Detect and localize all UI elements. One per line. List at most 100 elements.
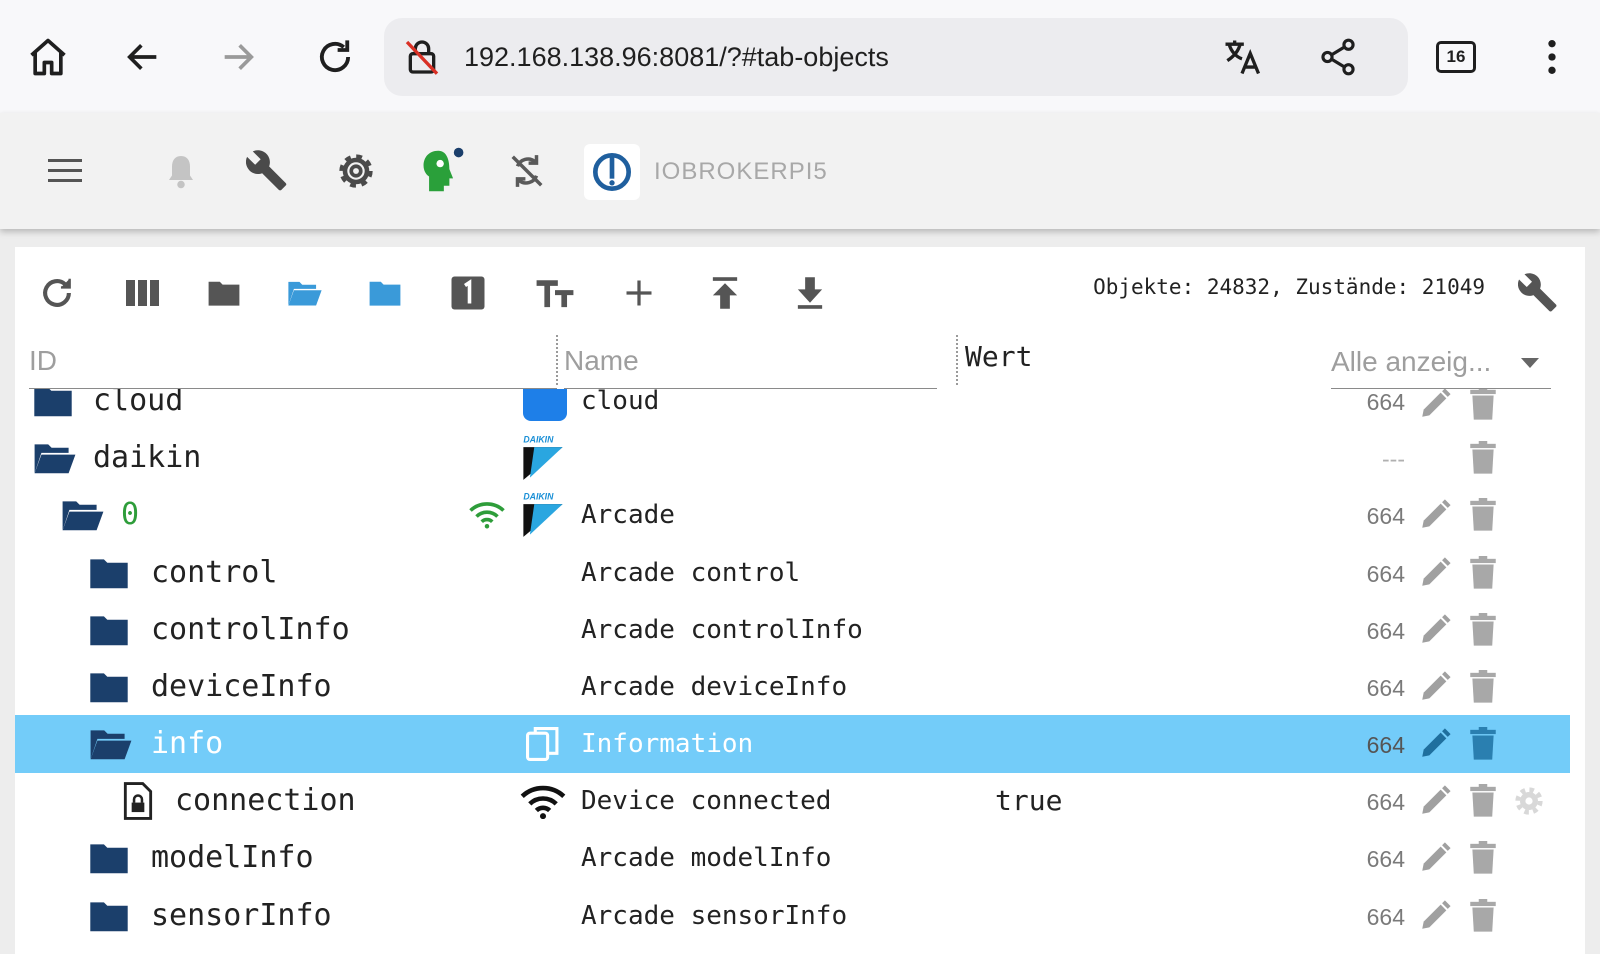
row-acl: 664 (1366, 846, 1405, 872)
forward-icon[interactable] (210, 29, 266, 85)
translate-icon[interactable] (1214, 29, 1270, 85)
edit-icon[interactable] (1415, 724, 1455, 764)
column-resizer[interactable] (556, 335, 558, 385)
type-filter-select[interactable]: Alle anzeig... (1331, 335, 1551, 389)
edit-icon[interactable] (1415, 667, 1455, 707)
add-icon[interactable] (611, 265, 667, 321)
delete-icon[interactable] (1463, 838, 1503, 878)
row-id: connection (175, 783, 356, 818)
folder-open-icon (31, 440, 79, 476)
share-icon[interactable] (1310, 29, 1366, 85)
insecure-lock-icon[interactable] (394, 29, 450, 85)
edit-icon[interactable] (1415, 896, 1455, 936)
iobroker-logo-icon[interactable] (584, 144, 640, 200)
number-one-icon[interactable] (440, 265, 496, 321)
delete-icon[interactable] (1463, 438, 1503, 478)
svg-text:DAIKIN: DAIKIN (523, 435, 554, 445)
bell-icon[interactable] (151, 141, 211, 201)
user-head-icon[interactable] (412, 141, 472, 201)
edit-icon[interactable] (1415, 389, 1455, 424)
tree-row[interactable]: 0 DAIKIN Arcade 664 (15, 486, 1570, 544)
delete-icon[interactable] (1463, 781, 1503, 821)
row-name: Arcade control (581, 558, 801, 588)
row-value[interactable]: true (995, 772, 1062, 830)
row-id: info (151, 726, 224, 761)
edit-icon[interactable] (1415, 610, 1455, 650)
folder-icon (87, 840, 131, 876)
tree-row[interactable]: connection Device connected true 664 (15, 772, 1570, 830)
column-resizer[interactable] (956, 335, 958, 385)
gear-icon[interactable] (326, 141, 386, 201)
id-filter-input[interactable]: ID (29, 335, 557, 387)
edit-icon[interactable] (1415, 838, 1455, 878)
menu-icon[interactable] (36, 141, 96, 201)
text-size-icon[interactable] (527, 265, 583, 321)
wifi-online-icon (467, 498, 507, 532)
cloud-adapter-icon (521, 389, 569, 422)
delete-icon[interactable] (1463, 389, 1503, 424)
tab-count: 16 (1436, 41, 1476, 73)
sync-disabled-icon[interactable] (497, 141, 557, 201)
reload-icon[interactable] (307, 29, 363, 85)
url-text[interactable]: 192.168.138.96:8081/?#tab-objects (464, 18, 889, 96)
row-id: control (151, 555, 278, 590)
upload-icon[interactable] (697, 265, 753, 321)
value-column-header: Wert (965, 340, 1033, 373)
folder-icon (87, 555, 131, 591)
tree-row-selected[interactable]: info Information 664 (15, 715, 1570, 773)
delete-icon[interactable] (1463, 896, 1503, 936)
tabs-icon[interactable]: 16 (1428, 29, 1484, 85)
settings-wrench-icon[interactable] (1511, 265, 1567, 321)
delete-icon[interactable] (1463, 610, 1503, 650)
tree-row[interactable]: controlInfo Arcade controlInfo 664 (15, 601, 1570, 659)
edit-icon[interactable] (1415, 781, 1455, 821)
address-bar[interactable]: 192.168.138.96:8081/?#tab-objects (384, 18, 1408, 96)
delete-icon[interactable] (1463, 495, 1503, 535)
row-id: 0 (121, 497, 140, 532)
back-icon[interactable] (115, 29, 171, 85)
columns-icon[interactable] (115, 265, 171, 321)
id-placeholder: ID (29, 345, 57, 376)
tree-row[interactable]: daikin DAIKIN --- (15, 429, 1570, 487)
tree-row[interactable]: control Arcade control 664 (15, 544, 1570, 602)
row-name: Device connected (581, 786, 832, 816)
gear-icon[interactable] (1509, 781, 1549, 821)
browser-bar: 192.168.138.96:8081/?#tab-objects 16 (0, 0, 1600, 113)
row-acl: 664 (1366, 732, 1405, 758)
row-name: Arcade deviceInfo (581, 672, 848, 702)
row-acl: 664 (1366, 389, 1405, 415)
delete-icon[interactable] (1463, 724, 1503, 764)
folder-open-icon[interactable] (277, 265, 333, 321)
folder-open-icon (59, 497, 107, 533)
delete-icon[interactable] (1463, 667, 1503, 707)
edit-icon[interactable] (1415, 553, 1455, 593)
daikin-logo-icon: DAIKIN (521, 490, 565, 540)
edit-icon[interactable] (1415, 495, 1455, 535)
home-icon[interactable] (20, 29, 76, 85)
row-id: cloud (93, 389, 184, 418)
wifi-icon (519, 784, 567, 820)
tree-row[interactable]: deviceInfo Arcade deviceInfo 664 (15, 658, 1570, 716)
row-name: Arcade controlInfo (581, 615, 863, 645)
object-tree: cloud cloud 664 daikin DAIKIN --- 0 DAIK… (15, 389, 1585, 954)
refresh-icon[interactable] (29, 265, 85, 321)
tree-row[interactable]: modelInfo Arcade modelInfo 664 (15, 829, 1570, 887)
copy-icon[interactable] (521, 723, 565, 765)
folder-icon (87, 669, 131, 705)
more-vert-icon[interactable] (1524, 29, 1580, 85)
folder-blue-icon[interactable] (357, 265, 413, 321)
row-acl: 664 (1366, 618, 1405, 644)
folder-icon[interactable] (196, 265, 252, 321)
row-id: deviceInfo (151, 669, 332, 704)
tree-row[interactable]: sensorInfo Arcade sensorInfo 664 (15, 887, 1570, 945)
folder-icon (31, 389, 75, 419)
delete-icon[interactable] (1463, 553, 1503, 593)
row-id: sensorInfo (151, 898, 332, 933)
tree-row[interactable]: cloud cloud 664 (15, 389, 1570, 430)
wrench-icon[interactable] (238, 141, 298, 201)
row-name: Arcade modelInfo (581, 843, 832, 873)
folder-icon (87, 898, 131, 934)
name-filter-input[interactable]: Name (564, 335, 937, 387)
object-stats: Objekte: 24832, Zustände: 21049 (1093, 275, 1485, 299)
download-icon[interactable] (782, 265, 838, 321)
